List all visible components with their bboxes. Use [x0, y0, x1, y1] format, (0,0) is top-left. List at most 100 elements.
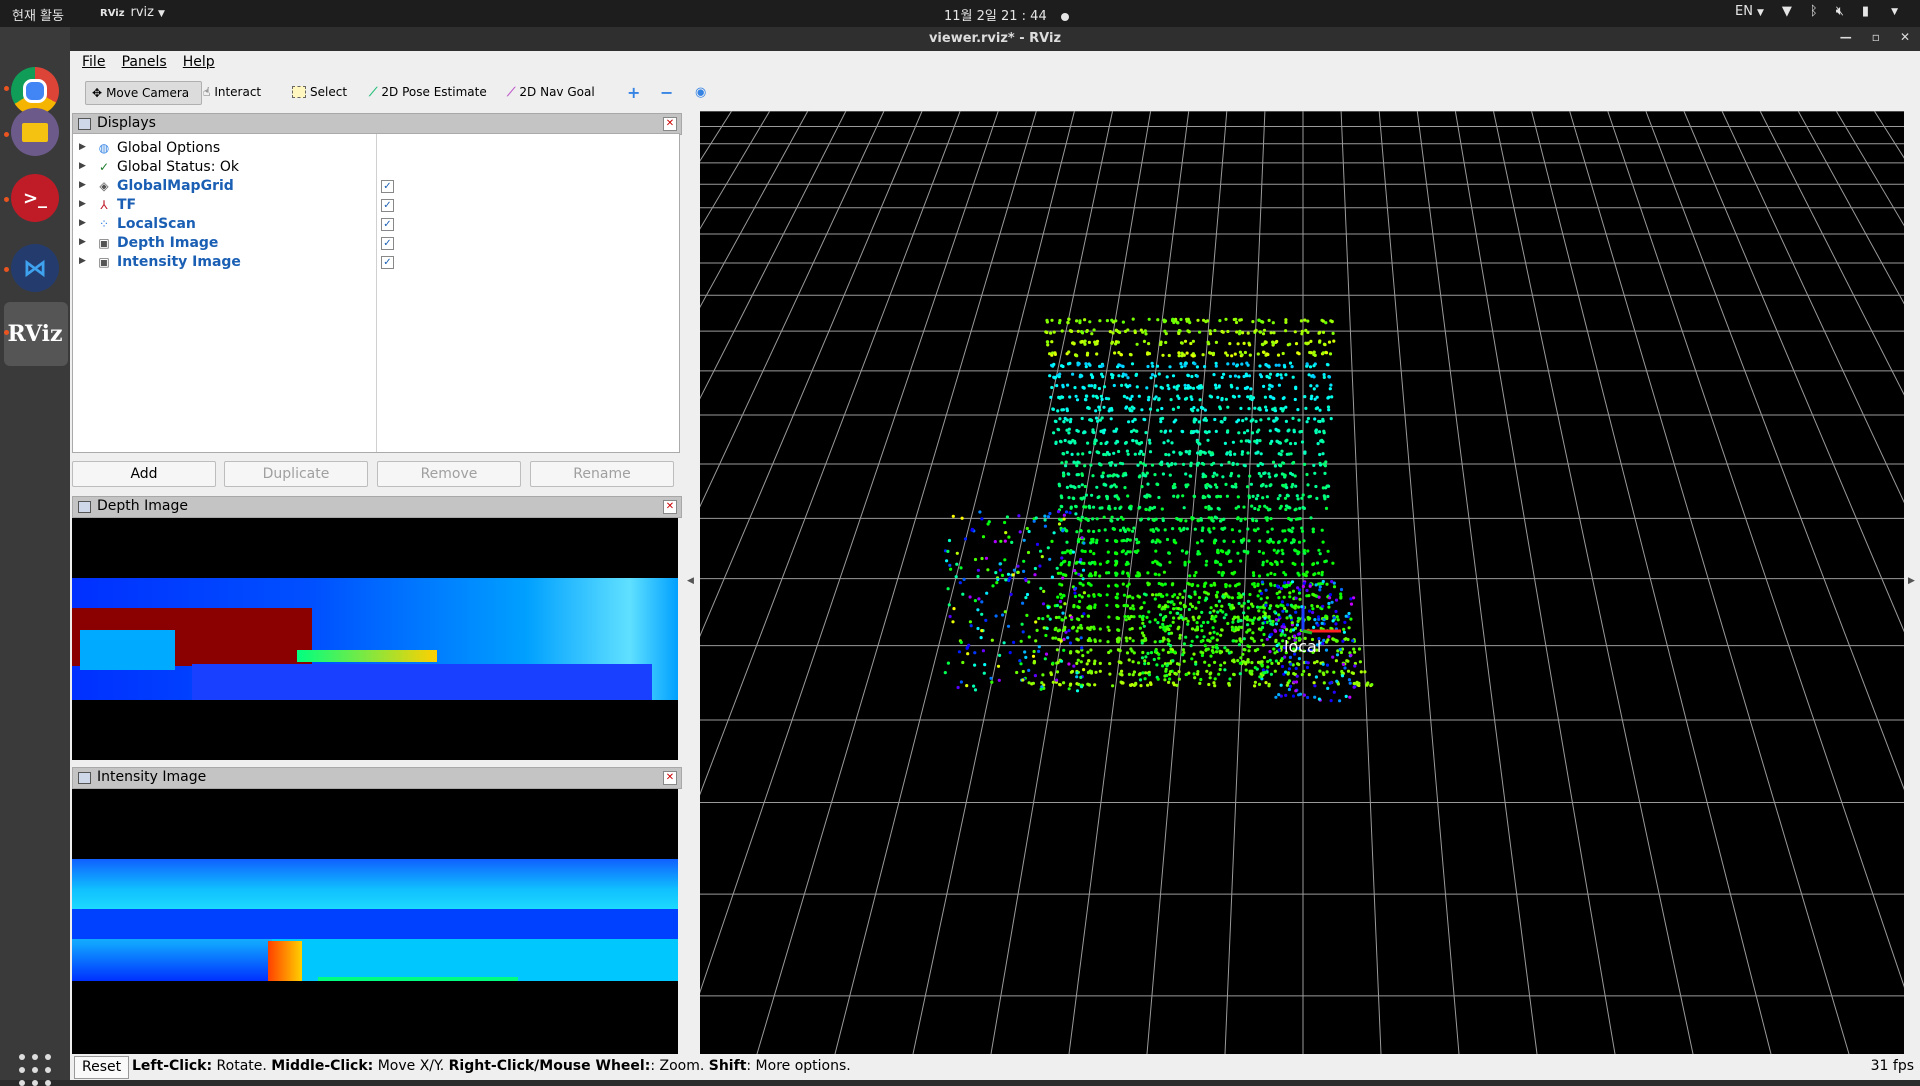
grid-line [1531, 111, 1772, 1054]
scan-point [1184, 617, 1188, 621]
scan-point [1220, 573, 1224, 577]
scan-point [1116, 616, 1121, 620]
scan-point [1061, 364, 1065, 369]
remove-button[interactable]: Remove [377, 461, 521, 487]
display-item[interactable]: ▶ ⅄ TF ✓ [73, 196, 679, 215]
scan-point [1178, 633, 1182, 637]
enable-checkbox[interactable]: ✓ [381, 199, 394, 212]
scan-point [1288, 506, 1292, 510]
expand-arrow-icon[interactable]: ▶ [79, 199, 86, 209]
clock[interactable]: 11월 2일 21 : 44 [944, 5, 1069, 24]
expand-arrow-icon[interactable]: ▶ [79, 256, 86, 266]
move-camera-button[interactable]: ✥ Move Camera [85, 81, 202, 105]
scan-point [1078, 321, 1082, 325]
scan-point [1256, 352, 1260, 356]
3d-scene[interactable] [700, 111, 1904, 1054]
files-icon[interactable] [11, 108, 59, 156]
scan-point [955, 562, 959, 566]
display-item[interactable]: ▶ ⁘ LocalScan ✓ [73, 215, 679, 234]
scan-point [1077, 605, 1081, 610]
close-icon[interactable]: ✕ [663, 771, 677, 785]
close-icon[interactable]: ✕ [663, 117, 677, 131]
app-menu[interactable]: RViz rviz ▼ [100, 5, 165, 20]
expand-arrow-icon[interactable]: ▶ [79, 237, 86, 247]
displays-tree[interactable]: ▶ ◍ Global Options ▶ ✓ Global Status: Ok ▶ ◈ Glo… [72, 133, 680, 453]
display-item[interactable]: ▶ ▣ Depth Image ✓ [73, 234, 679, 253]
expand-arrow-icon[interactable]: ▶ [79, 180, 86, 190]
reset-button[interactable]: Reset [74, 1056, 130, 1079]
interact-button[interactable]: ☝ Interact [203, 81, 261, 103]
rename-button[interactable]: Rename [530, 461, 674, 487]
scan-point [1163, 615, 1167, 619]
collapse-right-icon[interactable]: ▶ [1908, 576, 1915, 586]
scan-point [1213, 619, 1217, 623]
scan-point [1235, 363, 1239, 367]
rviz-icon[interactable]: RViz [7, 310, 62, 358]
close-icon[interactable]: ✕ [1900, 30, 1910, 44]
select-button[interactable]: Select [292, 81, 347, 103]
scan-point [1065, 409, 1069, 413]
nav-goal-button[interactable]: ⟋ 2D Nav Goal [507, 81, 595, 103]
close-icon[interactable]: ✕ [663, 500, 677, 514]
duplicate-button[interactable]: Duplicate [224, 461, 368, 487]
scan-point [1235, 330, 1239, 334]
vscode-icon[interactable]: ⋈ [11, 244, 59, 292]
help-key: Middle-Click: [271, 1058, 374, 1074]
minimize-icon[interactable]: — [1840, 30, 1852, 44]
menu-panels[interactable]: Panels [122, 54, 167, 70]
window-title-bar[interactable]: viewer.rviz* - RViz — ▫ ✕ [70, 27, 1920, 51]
scan-point [1069, 650, 1073, 654]
display-item[interactable]: ▶ ◈ GlobalMapGrid ✓ [73, 177, 679, 196]
expand-arrow-icon[interactable]: ▶ [79, 218, 86, 228]
maximize-icon[interactable]: ▫ [1872, 30, 1880, 44]
activities-button[interactable]: 현재 활동 [12, 5, 64, 24]
scan-point [1076, 429, 1080, 433]
scan-point [1073, 461, 1077, 465]
display-item[interactable]: ▶ ◍ Global Options [73, 139, 679, 158]
scan-point [1084, 362, 1088, 366]
scan-point [1153, 597, 1157, 601]
expand-arrow-icon[interactable]: ▶ [79, 142, 86, 152]
scan-point [1022, 559, 1026, 563]
remove-tool-icon[interactable]: − [660, 81, 673, 103]
menu-file[interactable]: File [82, 54, 105, 70]
left-splitter[interactable]: ◀ [682, 111, 700, 1054]
status-area[interactable]: EN ▼ ▼ ᛒ 🔇︎ ▮ ▼ [1735, 4, 1898, 19]
pose-estimate-button[interactable]: ⟋ 2D Pose Estimate [369, 81, 487, 103]
scan-point [1294, 484, 1298, 488]
add-button[interactable]: Add [72, 461, 216, 487]
collapse-left-icon[interactable]: ◀ [687, 576, 694, 586]
scan-point [1128, 352, 1132, 357]
enable-checkbox[interactable]: ✓ [381, 218, 394, 231]
eye-icon[interactable]: ◉ [695, 81, 706, 103]
scan-point [1052, 330, 1056, 334]
scan-point [1178, 601, 1183, 605]
right-splitter[interactable]: ▶ [1904, 111, 1920, 1054]
enable-checkbox[interactable]: ✓ [381, 237, 394, 250]
scan-point [1275, 561, 1279, 565]
scan-point [1108, 672, 1112, 676]
display-item[interactable]: ▶ ▣ Intensity Image ✓ [73, 253, 679, 272]
terminal-icon[interactable]: >_ [11, 174, 59, 222]
scan-point [1286, 580, 1290, 585]
language-indicator[interactable]: EN ▼ [1735, 4, 1764, 19]
scan-point [1270, 661, 1274, 666]
show-applications-icon[interactable] [19, 1054, 51, 1086]
expand-arrow-icon[interactable]: ▶ [79, 161, 86, 171]
add-tool-icon[interactable]: + [627, 81, 640, 103]
menu-help[interactable]: Help [183, 54, 215, 70]
scan-point [1145, 386, 1149, 390]
scan-point [1080, 536, 1084, 540]
scan-point [1214, 645, 1218, 650]
scan-point [1146, 351, 1150, 355]
scan-point [1311, 610, 1315, 615]
display-item[interactable]: ▶ ✓ Global Status: Ok [73, 158, 679, 177]
scan-point [1079, 636, 1083, 640]
scan-point [1154, 649, 1158, 653]
3d-render-view[interactable]: local [700, 111, 1904, 1054]
scan-point [1309, 384, 1313, 388]
enable-checkbox[interactable]: ✓ [381, 256, 394, 269]
enable-checkbox[interactable]: ✓ [381, 180, 394, 193]
scan-point [1076, 452, 1080, 456]
scan-point [1115, 539, 1119, 543]
